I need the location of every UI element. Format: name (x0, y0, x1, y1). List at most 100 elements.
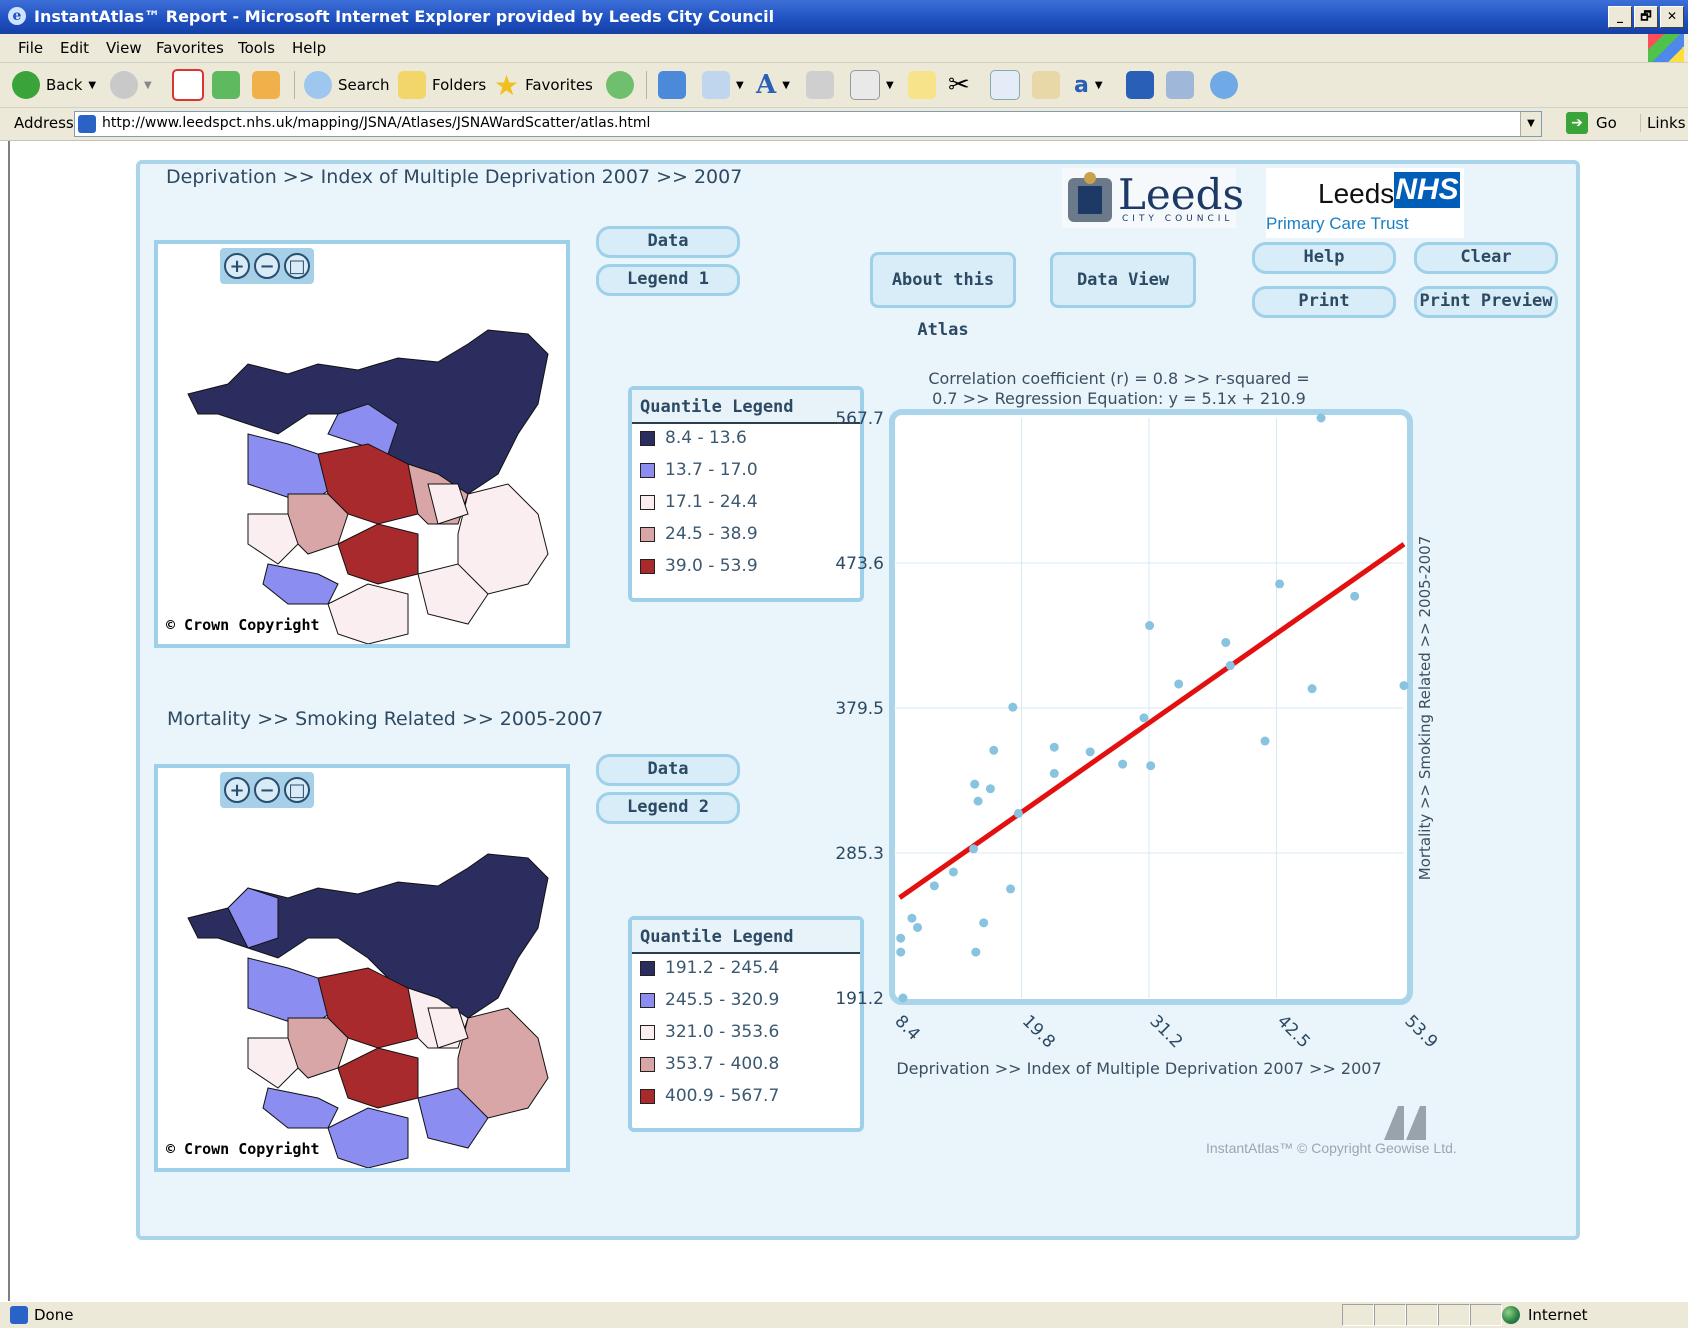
printer-icon (806, 71, 834, 99)
favorites-label: Favorites (525, 76, 593, 94)
y-tick-label: 473.6 (835, 554, 884, 574)
folders-label: Folders (432, 76, 487, 94)
legend-item[interactable]: 24.5 - 38.9 (640, 524, 758, 544)
help-button[interactable]: Help (1252, 242, 1396, 274)
legend-label: 8.4 - 13.6 (665, 428, 747, 448)
print-button[interactable]: Print (1252, 286, 1396, 318)
ia-logo-icon (1384, 1106, 1426, 1140)
nhs-leeds-logo: Leeds NHS Primary Care Trust (1266, 168, 1464, 238)
go-button[interactable]: ➔ Go (1566, 112, 1617, 134)
history-button[interactable] (606, 69, 634, 101)
refresh-button[interactable] (212, 69, 240, 101)
menu-tools[interactable]: Tools (238, 39, 275, 57)
data-point (1118, 759, 1128, 769)
clear-button[interactable]: Clear (1414, 242, 1558, 274)
legend-item[interactable]: 400.9 - 567.7 (640, 1086, 779, 1106)
copy-button[interactable] (990, 69, 1020, 101)
menu-favorites[interactable]: Favorites (156, 39, 224, 57)
legend-item[interactable]: 17.1 - 24.4 (640, 492, 758, 512)
zoom-in-icon[interactable]: + (224, 777, 250, 803)
word-icon (850, 70, 880, 100)
map-deprivation[interactable]: + − □ © Crown Copyright (154, 240, 570, 648)
links-button[interactable] (658, 69, 686, 101)
restore-button[interactable]: 🗗 (1634, 6, 1658, 28)
stop-icon (172, 69, 204, 101)
address-dropdown[interactable]: ▼ (1520, 112, 1541, 136)
quantile-legend-1: Quantile Legend 8.4 - 13.6 13.7 - 17.0 1… (628, 386, 864, 602)
ward-map[interactable] (168, 284, 568, 644)
zoom-in-icon[interactable]: + (224, 253, 250, 279)
print-preview-button[interactable]: Print Preview (1414, 286, 1558, 318)
star-icon: ★ (494, 68, 520, 102)
translate-button[interactable]: a ▼ (1074, 69, 1103, 101)
security-zone: Internet (1502, 1306, 1588, 1324)
chart-title-line1: Correlation coefficient (r) = 0.8 >> r-s… (928, 369, 1309, 388)
zoom-extent-icon[interactable]: □ (284, 777, 310, 803)
legend2-button[interactable]: Legend 2 (596, 792, 740, 824)
legend-item[interactable]: 321.0 - 353.6 (640, 1022, 779, 1042)
print-toolbar-button[interactable] (806, 69, 834, 101)
minimize-button[interactable]: _ (1608, 6, 1632, 28)
research-button[interactable] (1166, 69, 1194, 101)
note-button[interactable] (908, 69, 936, 101)
back-button[interactable]: Back ▼ (12, 69, 96, 101)
data-point (1049, 768, 1059, 778)
stop-button[interactable] (172, 69, 204, 101)
data-point (979, 918, 989, 928)
media-button[interactable] (1126, 69, 1154, 101)
legend-label: 321.0 - 353.6 (665, 1022, 780, 1042)
zoom-out-icon[interactable]: − (254, 253, 280, 279)
back-arrow-icon (12, 71, 40, 99)
nhs-leeds-text: Leeds (1318, 178, 1395, 209)
data-button-bottom[interactable]: Data (596, 754, 740, 786)
about-atlas-button[interactable]: About this Atlas (870, 252, 1016, 340)
menu-edit[interactable]: Edit (60, 39, 89, 57)
legend-item[interactable]: 245.5 - 320.9 (640, 990, 779, 1010)
address-bar: Address http://www.leedspct.nhs.uk/mappi… (0, 108, 1688, 141)
messenger-icon (1210, 71, 1238, 99)
links-label[interactable]: Links (1640, 114, 1686, 132)
legend-item[interactable]: 13.7 - 17.0 (640, 460, 758, 480)
legend1-button[interactable]: Legend 1 (596, 264, 740, 296)
legend-item[interactable]: 8.4 - 13.6 (640, 428, 747, 448)
address-input[interactable]: http://www.leedspct.nhs.uk/mapping/JSNA/… (74, 111, 1542, 137)
cut-button[interactable]: ✂ (948, 69, 970, 101)
menu-help[interactable]: Help (292, 39, 326, 57)
legend-item[interactable]: 191.2 - 245.4 (640, 958, 779, 978)
close-button[interactable]: ✕ (1660, 6, 1684, 28)
menu-view[interactable]: View (106, 39, 142, 57)
messenger-button[interactable] (1210, 69, 1238, 101)
folders-button[interactable]: Folders (398, 69, 486, 101)
forward-button[interactable]: ▼ (110, 69, 152, 101)
search-button[interactable]: Search (304, 69, 390, 101)
legend-item[interactable]: 39.0 - 53.9 (640, 556, 758, 576)
instantatlas-copyright: InstantAtlas™ © Copyright Geowise Ltd. (1206, 1140, 1457, 1156)
data-point (973, 796, 983, 806)
home-button[interactable] (252, 69, 280, 101)
edit-button[interactable]: ▼ (850, 69, 894, 101)
zoom-extent-icon[interactable]: □ (284, 253, 310, 279)
font-button[interactable]: A ▼ (756, 69, 790, 101)
ward-map[interactable] (168, 808, 568, 1168)
favorites-button[interactable]: ★ Favorites (494, 68, 593, 102)
mail-button[interactable]: ▼ (702, 69, 744, 101)
menu-file[interactable]: File (18, 39, 43, 57)
font-a-icon: A (756, 70, 777, 100)
legend-title: Quantile Legend (632, 920, 860, 954)
data-point (1146, 761, 1156, 771)
legend-item[interactable]: 353.7 - 400.8 (640, 1054, 779, 1074)
paste-button[interactable] (1032, 69, 1060, 101)
zoom-out-icon[interactable]: − (254, 777, 280, 803)
history-icon (606, 71, 634, 99)
data-button-top[interactable]: Data (596, 226, 740, 258)
data-point (896, 947, 906, 957)
data-view-button[interactable]: Data View (1050, 252, 1196, 308)
scatter-chart[interactable]: 191.2 285.3 379.5 473.6 567.7 8.4 19.8 31.2 42.5… (830, 364, 1570, 1124)
chevron-down-icon: ▼ (782, 79, 790, 91)
map-mortality[interactable]: + − □ © Crown Copyright (154, 764, 570, 1172)
data-point (948, 867, 958, 877)
legend-swatch (640, 494, 655, 510)
search-label: Search (338, 76, 390, 94)
data-point (1225, 661, 1235, 671)
x-tick-label: 42.5 (1273, 1011, 1314, 1052)
